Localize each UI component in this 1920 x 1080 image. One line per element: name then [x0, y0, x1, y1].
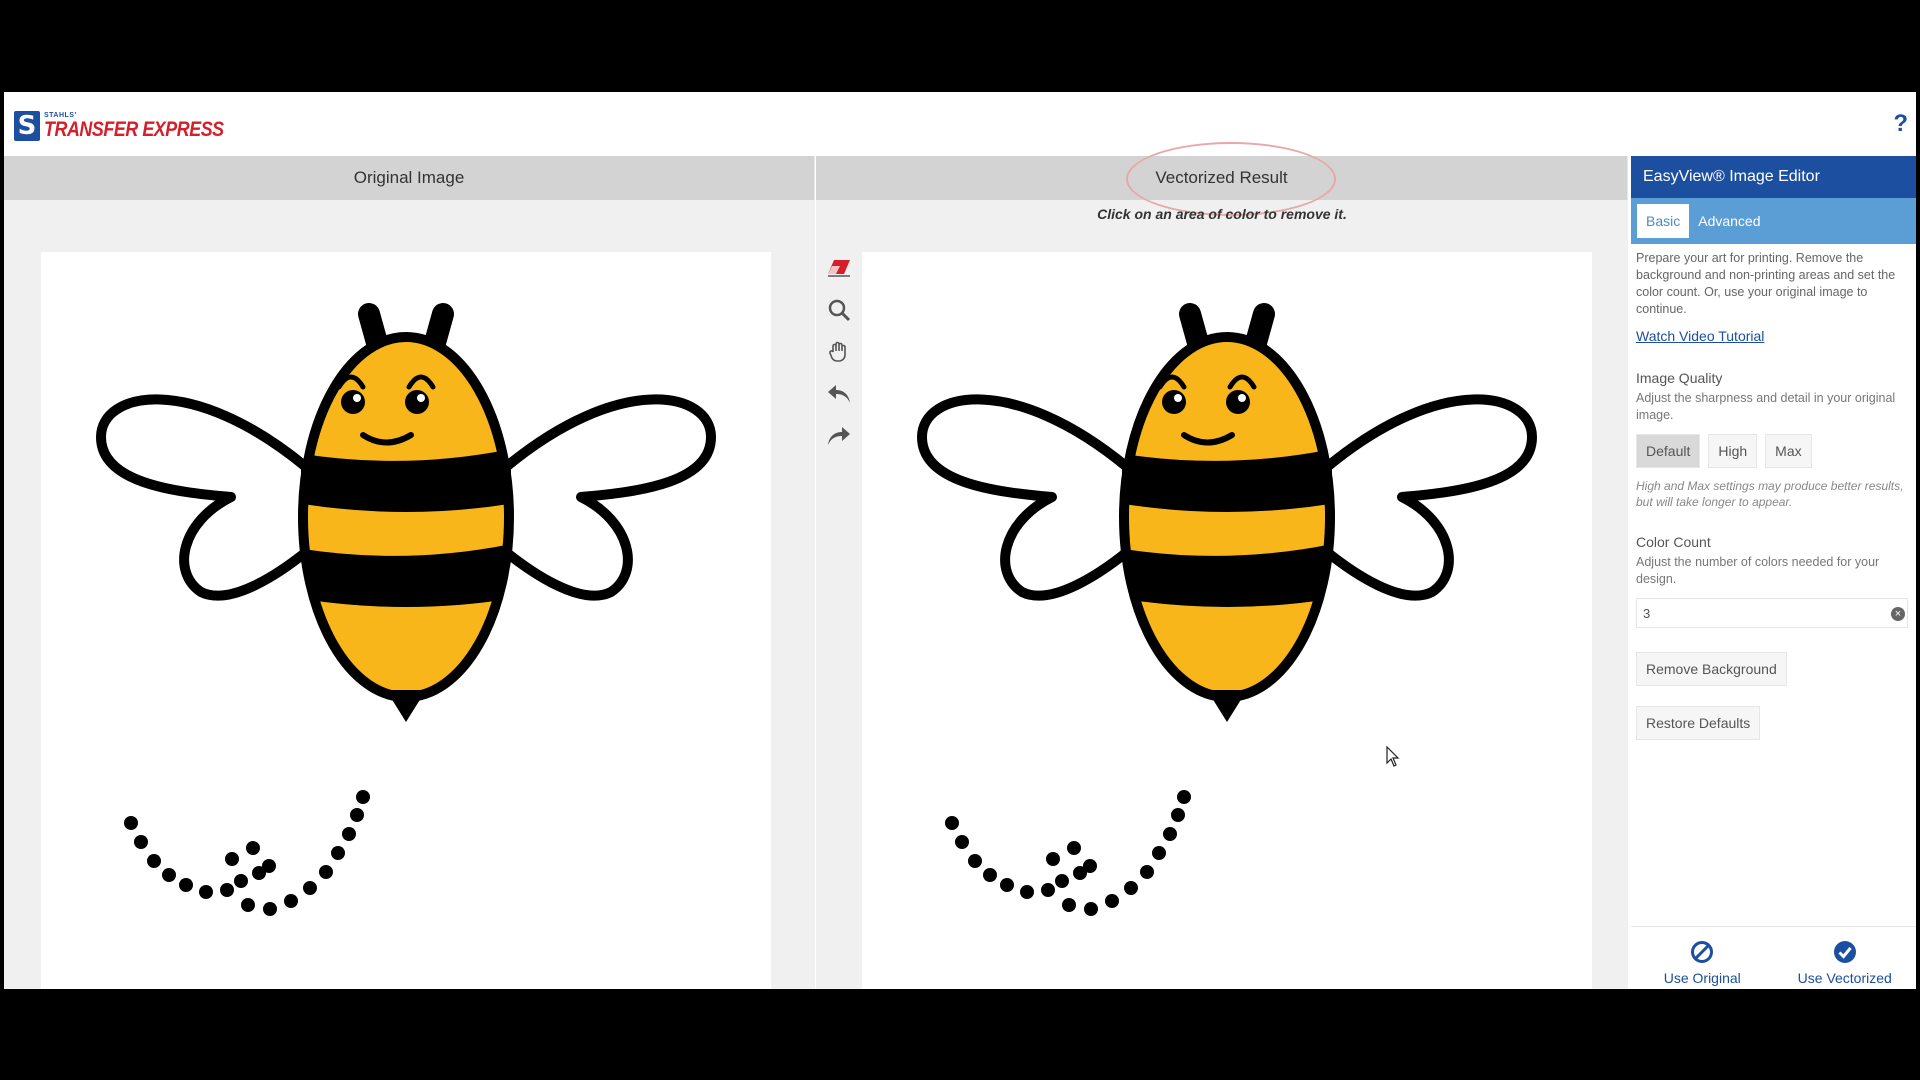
- clear-icon[interactable]: ×: [1891, 607, 1905, 621]
- sidebar-footer: Use Original Use Vectorized: [1631, 926, 1916, 989]
- sidebar-title: EasyView® Image Editor: [1631, 156, 1916, 198]
- help-icon[interactable]: ?: [1893, 110, 1908, 138]
- logo-mark: S: [14, 111, 40, 141]
- color-count-input[interactable]: 3 ×: [1636, 598, 1908, 628]
- quality-button-group: Default High Max: [1636, 434, 1911, 468]
- bee-image-vectorized[interactable]: [862, 252, 1592, 989]
- use-vectorized-button[interactable]: Use Vectorized: [1774, 927, 1917, 989]
- vectorized-result-title: Vectorized Result: [816, 156, 1628, 200]
- bee-flight-trail: [124, 790, 370, 916]
- remove-color-hint: Click on an area of color to remove it.: [1097, 206, 1347, 222]
- quality-default-button[interactable]: Default: [1636, 434, 1701, 468]
- vectorized-image-canvas[interactable]: [862, 252, 1592, 989]
- mouse-cursor-icon: [1386, 746, 1400, 767]
- image-editor-sidebar: EasyView® Image Editor Basic Advanced Pr…: [1631, 156, 1916, 989]
- bee-body: [1119, 332, 1335, 722]
- sidebar-intro: Prepare your art for printing. Remove th…: [1636, 251, 1896, 316]
- color-count-description: Adjust the number of colors needed for y…: [1636, 555, 1880, 586]
- hand-icon[interactable]: [824, 336, 854, 368]
- color-count-value: 3: [1643, 606, 1651, 621]
- remove-background-button[interactable]: Remove Background: [1636, 652, 1787, 686]
- color-count-label: Color Count: [1636, 534, 1711, 550]
- image-quality-label: Image Quality: [1636, 370, 1723, 386]
- bee-flight-trail: [945, 790, 1191, 916]
- eraser-icon[interactable]: [824, 252, 854, 284]
- undo-icon[interactable]: [824, 378, 854, 410]
- watch-video-tutorial-link[interactable]: Watch Video Tutorial: [1636, 328, 1764, 344]
- tab-advanced[interactable]: Advanced: [1689, 204, 1769, 238]
- app-window: S STAHLS' TRANSFER EXPRESS ? Original Im…: [4, 92, 1916, 989]
- sidebar-tabs: Basic Advanced: [1631, 198, 1916, 244]
- bee-body: [298, 332, 514, 722]
- original-image-canvas: [41, 252, 771, 989]
- original-image-title: Original Image: [4, 156, 815, 200]
- tab-basic[interactable]: Basic: [1637, 204, 1690, 238]
- original-image-panel: Original Image: [4, 156, 815, 989]
- use-original-label: Use Original: [1663, 970, 1741, 986]
- restore-defaults-button[interactable]: Restore Defaults: [1636, 706, 1761, 740]
- check-circle-icon: [1833, 941, 1856, 963]
- quality-high-button[interactable]: High: [1708, 434, 1758, 468]
- bee-image-original: [96, 303, 716, 916]
- ban-icon: [1691, 941, 1714, 963]
- use-vectorized-label: Use Vectorized: [1797, 970, 1892, 986]
- redo-icon[interactable]: [824, 420, 854, 452]
- zoom-icon[interactable]: [824, 294, 854, 326]
- image-quality-description: Adjust the sharpness and detail in your …: [1636, 391, 1896, 422]
- vectorized-result-panel: Vectorized Result Click on an area of co…: [816, 142, 1628, 989]
- use-original-button[interactable]: Use Original: [1631, 927, 1774, 989]
- editor-toolbar: [824, 252, 854, 462]
- header: S STAHLS' TRANSFER EXPRESS ?: [4, 92, 1916, 156]
- logo-big-text: TRANSFER EXPRESS: [44, 118, 224, 141]
- transfer-express-logo[interactable]: S STAHLS' TRANSFER EXPRESS: [14, 109, 255, 143]
- quality-max-button[interactable]: Max: [1765, 434, 1812, 468]
- quality-note: High and Max settings may produce better…: [1636, 479, 1904, 509]
